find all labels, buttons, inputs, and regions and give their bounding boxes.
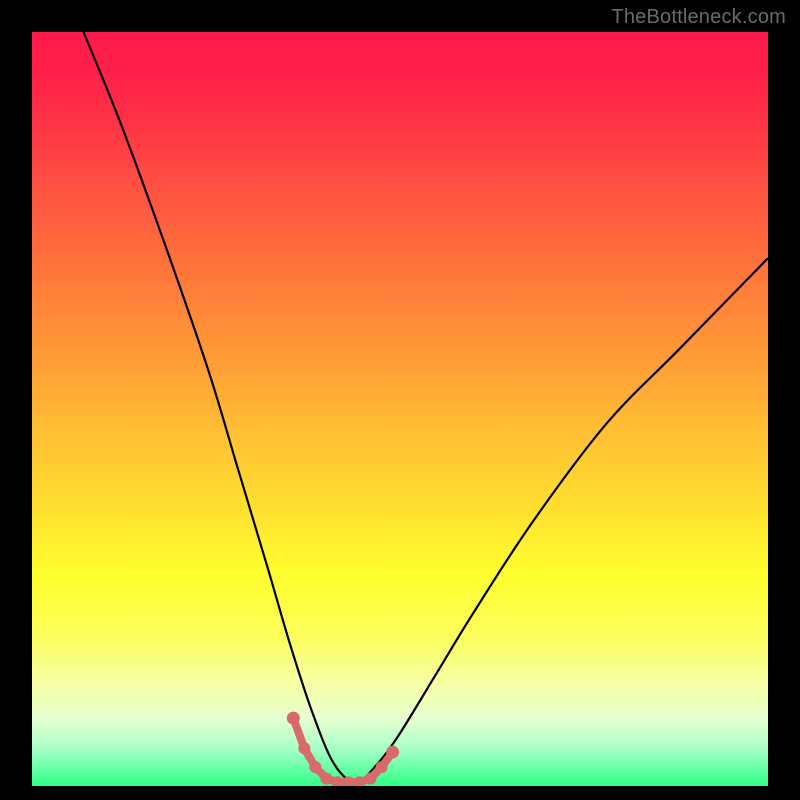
marker-dot: [298, 742, 310, 754]
watermark-text: TheBottleneck.com: [611, 6, 786, 29]
marker-dot: [309, 761, 321, 773]
chart-svg: [32, 32, 768, 786]
marker-dot: [376, 761, 388, 773]
marker-dot: [320, 772, 332, 784]
bottleneck-curve: [84, 32, 768, 782]
marker-dot: [365, 772, 377, 784]
marker-dot: [287, 712, 300, 725]
marker-dot: [386, 746, 399, 759]
chart-plot-area: [32, 32, 768, 786]
